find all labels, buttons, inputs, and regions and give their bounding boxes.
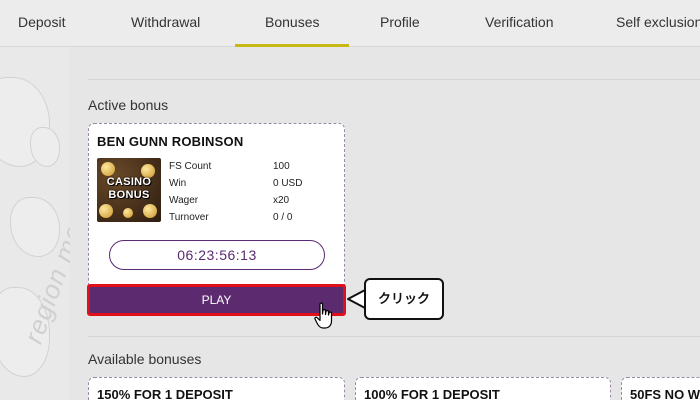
account-tabs-nav: Deposit Withdrawal Bonuses Profile Verif… (0, 0, 700, 47)
coin-icon (101, 162, 115, 176)
decorative-map-background: region mea (0, 47, 70, 400)
coin-icon (143, 204, 157, 218)
coin-icon (123, 208, 133, 218)
active-bonus-heading: Active bonus (88, 97, 169, 113)
stat-value: 0 / 0 (273, 212, 293, 223)
tab-bonuses[interactable]: Bonuses (234, 0, 351, 47)
hand-pointer-cursor-icon (314, 302, 333, 329)
active-bonus-card: BEN GUNN ROBINSON CASINO BONUS FS Count … (87, 123, 346, 316)
available-bonus-card[interactable]: 150% FOR 1 DEPOSIT (88, 377, 345, 400)
available-bonuses-heading: Available bonuses (88, 351, 202, 367)
tab-self-exclusion[interactable]: Self exclusion (616, 0, 700, 47)
stat-row-turnover: Turnover 0 / 0 (169, 209, 339, 226)
tab-withdrawal[interactable]: Withdrawal (131, 0, 200, 47)
divider (88, 336, 700, 337)
stat-row-win: Win 0 USD (169, 175, 339, 192)
bonus-title: BEN GUNN ROBINSON (97, 134, 244, 149)
available-bonus-card[interactable]: 100% FOR 1 DEPOSIT (355, 377, 611, 400)
divider (88, 79, 700, 80)
stat-value: x20 (273, 195, 290, 206)
available-bonus-title: 100% FOR 1 DEPOSIT (364, 387, 500, 400)
stat-row-wager: Wager x20 (169, 192, 339, 209)
play-button[interactable]: PLAY (87, 284, 346, 316)
tab-profile[interactable]: Profile (380, 0, 420, 47)
available-bonus-card[interactable]: 50FS NO WA (621, 377, 700, 400)
thumbnail-line: CASINO (106, 176, 152, 188)
casino-bonus-thumbnail: CASINO BONUS (97, 158, 161, 222)
stat-row-fs-count: FS Count 100 (169, 158, 339, 175)
stat-label: FS Count (169, 161, 212, 172)
tab-verification[interactable]: Verification (485, 0, 553, 47)
thumbnail-text: CASINO BONUS (97, 176, 161, 202)
click-callout: クリック (364, 278, 444, 320)
thumbnail-line: BONUS (108, 189, 150, 201)
stat-label: Win (169, 178, 187, 189)
available-bonus-title: 150% FOR 1 DEPOSIT (97, 387, 233, 400)
bonus-countdown-timer: 06:23:56:13 (109, 240, 325, 270)
bonus-stats: FS Count 100 Win 0 USD Wager x20 Turnove… (169, 158, 339, 226)
stat-value: 100 (273, 161, 290, 172)
stat-value: 0 USD (273, 178, 303, 189)
stat-label: Wager (169, 195, 199, 206)
available-bonus-title: 50FS NO WA (630, 387, 700, 400)
stat-label: Turnover (169, 212, 209, 223)
coin-icon (99, 204, 113, 218)
tab-deposit[interactable]: Deposit (18, 0, 65, 47)
